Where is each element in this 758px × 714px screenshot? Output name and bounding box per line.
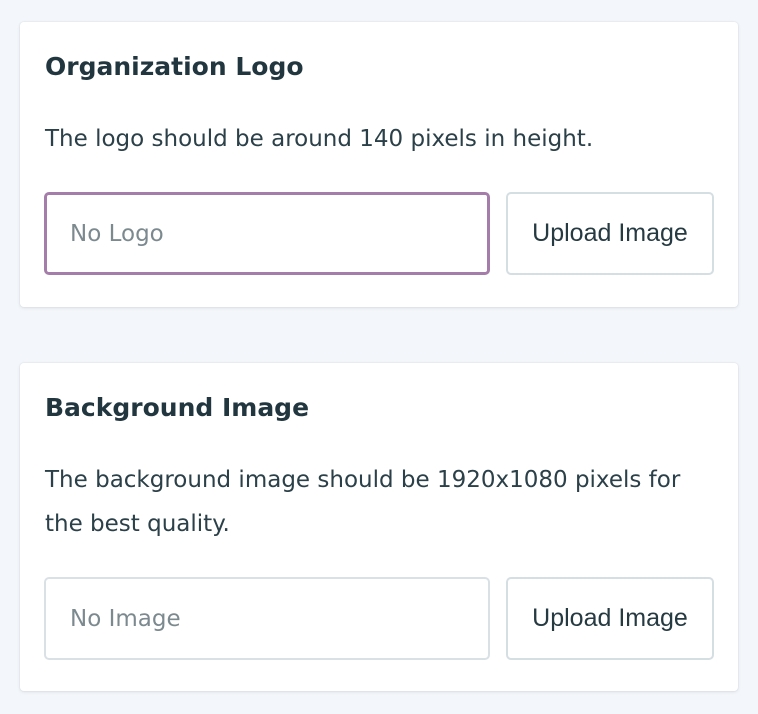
- background-image-description: The background image should be 1920x1080…: [45, 467, 681, 537]
- background-image-upload-row: No Image Upload Image: [44, 577, 714, 660]
- background-upload-image-button[interactable]: Upload Image: [506, 577, 714, 660]
- organization-logo-card: Organization Logo The logo should be aro…: [20, 22, 738, 307]
- background-image-card: Background Image The background image sh…: [20, 363, 738, 691]
- background-file-field[interactable]: No Image: [44, 577, 490, 660]
- logo-upload-image-button[interactable]: Upload Image: [506, 192, 714, 275]
- background-file-field-value: No Image: [70, 605, 181, 632]
- organization-logo-upload-row: No Logo Upload Image: [44, 192, 714, 275]
- logo-file-field-value: No Logo: [70, 220, 164, 247]
- logo-file-field[interactable]: No Logo: [44, 192, 490, 275]
- organization-logo-description: The logo should be around 140 pixels in …: [45, 126, 594, 152]
- organization-logo-title: Organization Logo: [45, 52, 304, 81]
- background-image-title: Background Image: [45, 393, 310, 422]
